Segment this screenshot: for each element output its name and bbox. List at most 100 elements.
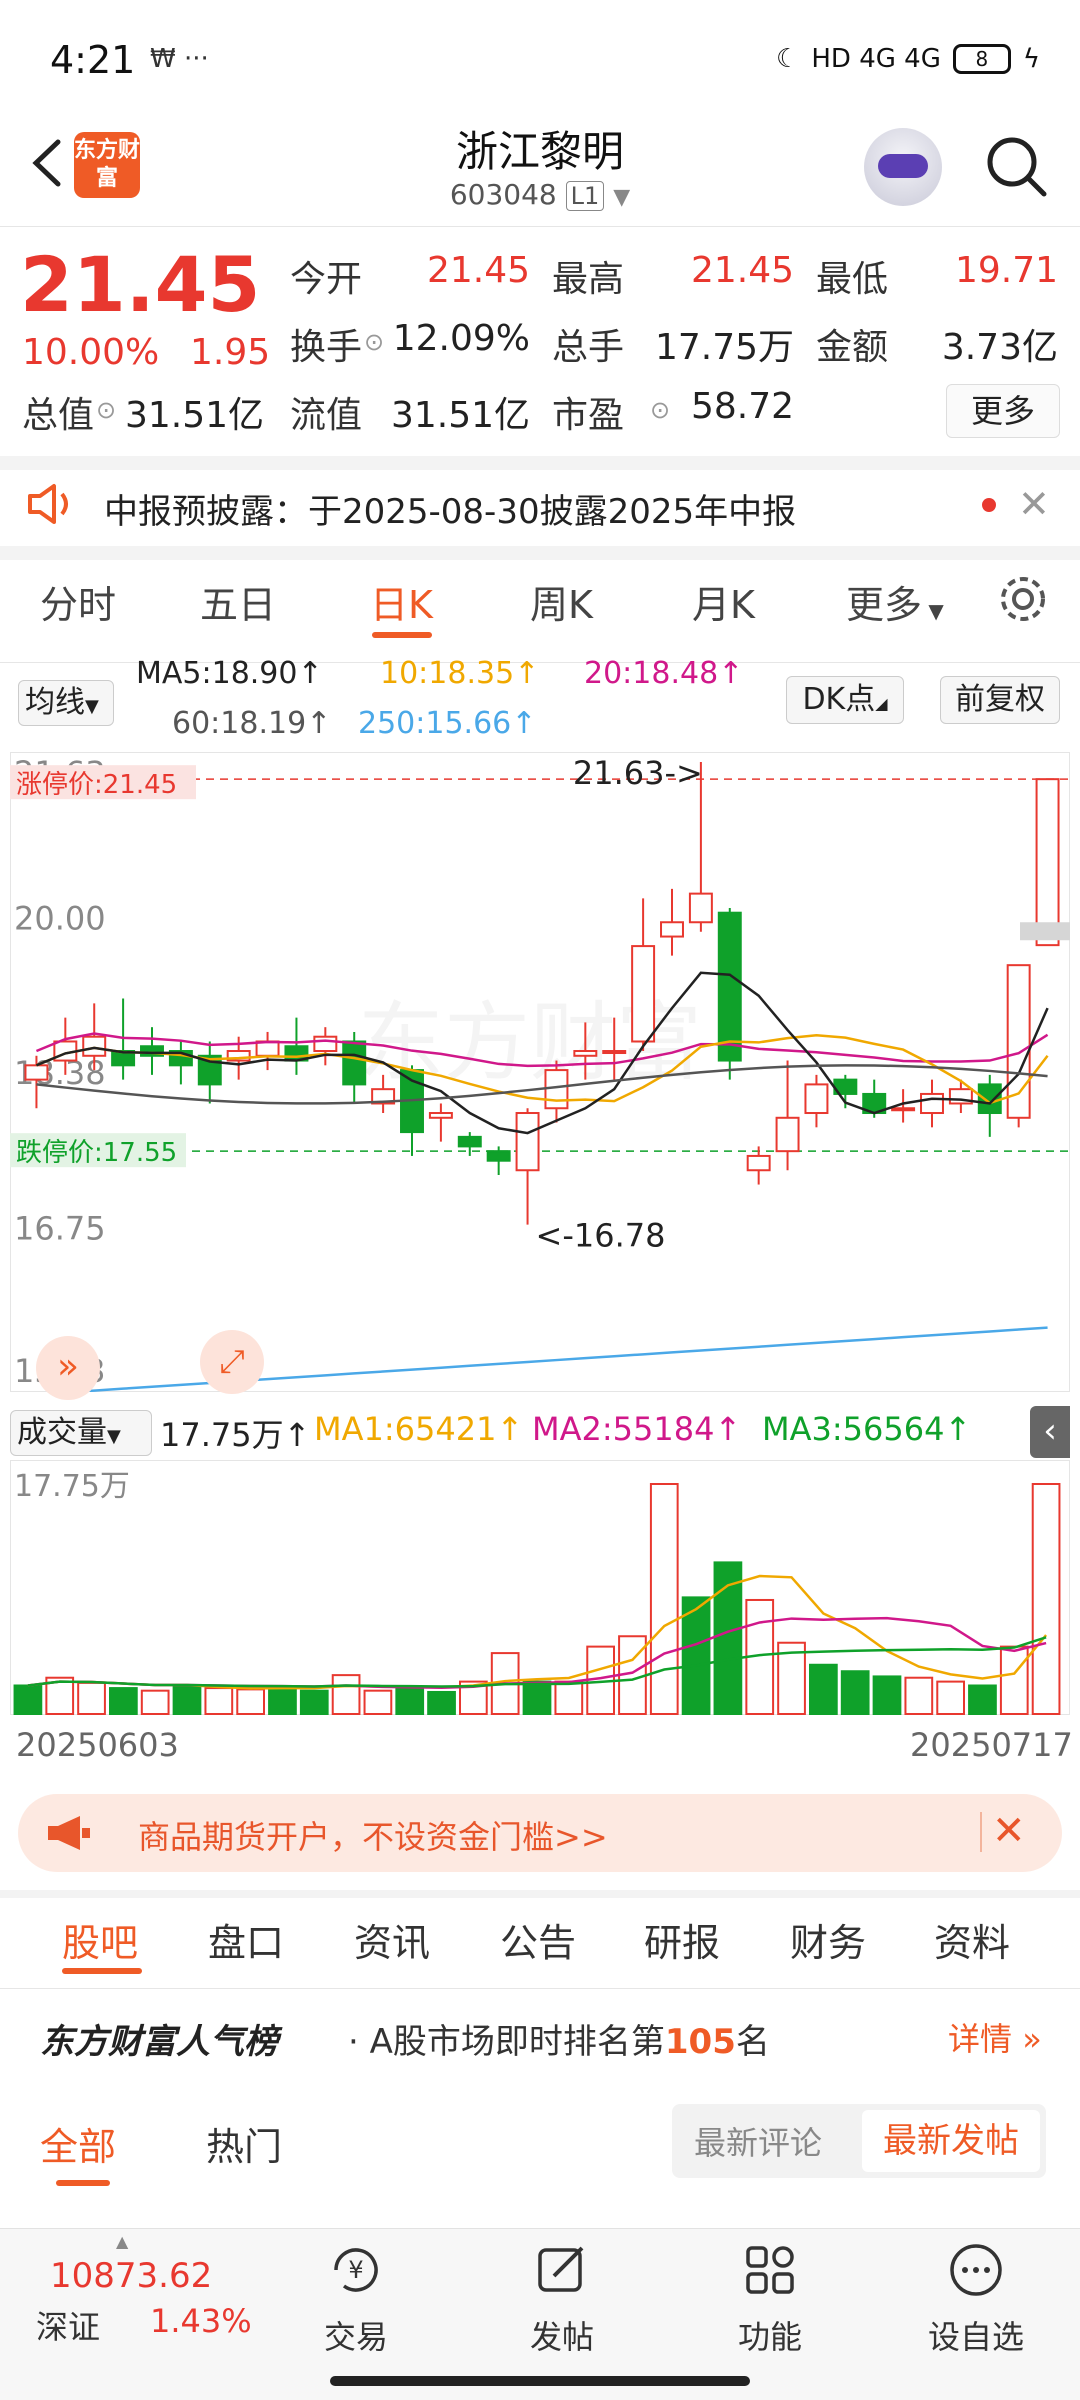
candle-body [775,1116,800,1153]
low-value: 19.71 [954,250,1058,291]
home-indicator[interactable] [330,2376,750,2386]
candle-body [746,1154,771,1172]
volume-bar [268,1685,297,1715]
close-icon[interactable]: ✕ [1018,482,1050,526]
pe-value: 58.72 [690,386,794,427]
info-icon[interactable]: ⊙ [364,328,384,356]
speaker-icon [28,484,68,524]
sort-latest-post[interactable]: 最新发帖 [862,2110,1040,2172]
ma250-line [53,1326,1048,1392]
dk-point-label: DK点 [802,682,876,717]
tab-profile[interactable]: 资料 [934,1912,1010,1967]
index-name[interactable]: 深证 [36,2302,100,2348]
candle-body [82,1035,107,1057]
candle-body [602,1050,627,1055]
nav-watchlist[interactable]: 设自选 [906,2240,1046,2358]
turnover-label: 换手 [290,327,363,368]
tab-hot[interactable]: 热门 [206,2116,282,2171]
tab-daily-k[interactable]: 日K [370,574,433,629]
vol-ma1-line [27,1574,1048,1690]
start-date: 20250603 [16,1726,179,1764]
kline-chart[interactable]: 东方财富21.6320.0018.3816.7515.13涨停价:21.45跌停… [10,752,1070,1392]
dk-point-button[interactable]: DK点◢ [786,676,904,724]
adjust-button[interactable]: 前复权 [940,676,1060,724]
float-cap-value: 31.51亿 [390,395,530,436]
chevron-up-icon[interactable]: ▲ [116,2232,128,2251]
tab-underline [56,2180,110,2186]
tab-underline [62,1968,142,1974]
tab-intraday[interactable]: 分时 [40,574,116,629]
rank-prefix: · A股市场即时排名第 [348,2022,665,2062]
volume-selector[interactable]: 成交量▼ [10,1410,152,1456]
volume-bar [809,1663,838,1715]
volume-bar [363,1689,393,1715]
volume-bar [331,1674,361,1715]
volume-bar [649,1483,679,1715]
limit-down-label: 跌停价:17.55 [16,1138,177,1168]
index-percent[interactable]: 1.43% [150,2302,252,2340]
tab-guba[interactable]: 股吧 [62,1912,138,1967]
dropdown-icon: ▼ [107,1426,121,1447]
collapse-icon[interactable]: ‹ [1030,1406,1070,1458]
volume-bar [299,1689,329,1715]
sort-latest-comment[interactable]: 最新评论 [694,2118,822,2164]
candle-body [515,1112,540,1172]
rank-detail-link[interactable]: 详情 » [948,2014,1042,2060]
tab-underline [372,632,432,638]
nav-post-label: 发帖 [529,2318,594,2356]
nav-post[interactable]: 发帖 [492,2240,632,2358]
nav-functions-label: 功能 [737,2318,802,2356]
volume-chart[interactable]: 17.75万 [10,1460,1070,1715]
search-icon[interactable] [980,130,1052,202]
info-icon[interactable]: ⊙ [650,396,670,424]
price-marker [1020,922,1070,941]
volume-bar [872,1675,902,1715]
candle-body [486,1150,511,1162]
market-cap-label: 总值 [22,395,95,436]
nav-functions[interactable]: 功能 [700,2240,840,2358]
current-price: 21.45 [20,240,261,329]
candle-body [1035,778,1060,947]
tab-research[interactable]: 研报 [644,1912,720,1967]
expand-left-icon[interactable]: » [36,1336,100,1400]
candle-body [660,921,684,938]
vol-ma3: MA3:56564↑ [762,1410,972,1448]
candle-body [717,911,742,1062]
more-quote-button[interactable]: 更多 [946,384,1060,438]
tab-more-label: 更多 [846,583,923,627]
candle-body [804,1083,829,1115]
tab-news[interactable]: 资讯 [354,1912,430,1967]
low-price-mark: <-16.78 [536,1217,666,1255]
tab-more[interactable]: 更多 ▼ [846,574,944,629]
tab-announcements[interactable]: 公告 [500,1912,576,1967]
pe-label: 市盈 [552,395,625,436]
tab-all[interactable]: 全部 [40,2116,116,2171]
volume-bar [968,1684,997,1715]
tab-finance[interactable]: 财务 [790,1912,866,1967]
rank-detail-label: 详情 [948,2020,1013,2058]
info-icon[interactable]: ⊙ [96,396,116,424]
amount-label: 金额 [816,327,889,368]
gear-icon[interactable] [996,572,1050,626]
close-icon[interactable]: ✕ [992,1808,1026,1854]
ma-selector-label: 均线 [25,685,85,720]
unread-dot [982,498,996,512]
ma250-value: 250:15.66↑ [358,706,537,741]
yen-cycle-icon: ¥ [334,2248,378,2292]
index-value[interactable]: 10873.62 [50,2256,212,2296]
corner-icon: ◢ [875,694,888,713]
banner-text[interactable]: 商品期货开户，不设资金门槛>> [138,1812,608,1858]
tab-monthly-k[interactable]: 月K [692,574,755,629]
candle-body [631,945,656,1043]
open-label: 今开 [290,259,363,300]
nav-trade[interactable]: ¥ 交易 [286,2240,426,2358]
tab-weekly-k[interactable]: 周K [530,574,593,629]
tab-order-book[interactable]: 盘口 [208,1912,284,1967]
notice-text[interactable]: 中报预披露：于2025-08-30披露2025年中报 [104,484,796,533]
robot-assistant-icon[interactable] [864,128,942,206]
ma-selector[interactable]: 均线▼ [18,680,114,726]
volume-bar [840,1670,870,1715]
popularity-rank-title: 东方财富人气榜 [40,2022,278,2062]
fullscreen-icon[interactable]: ⤢ [200,1330,264,1394]
tab-five-day[interactable]: 五日 [200,574,276,629]
